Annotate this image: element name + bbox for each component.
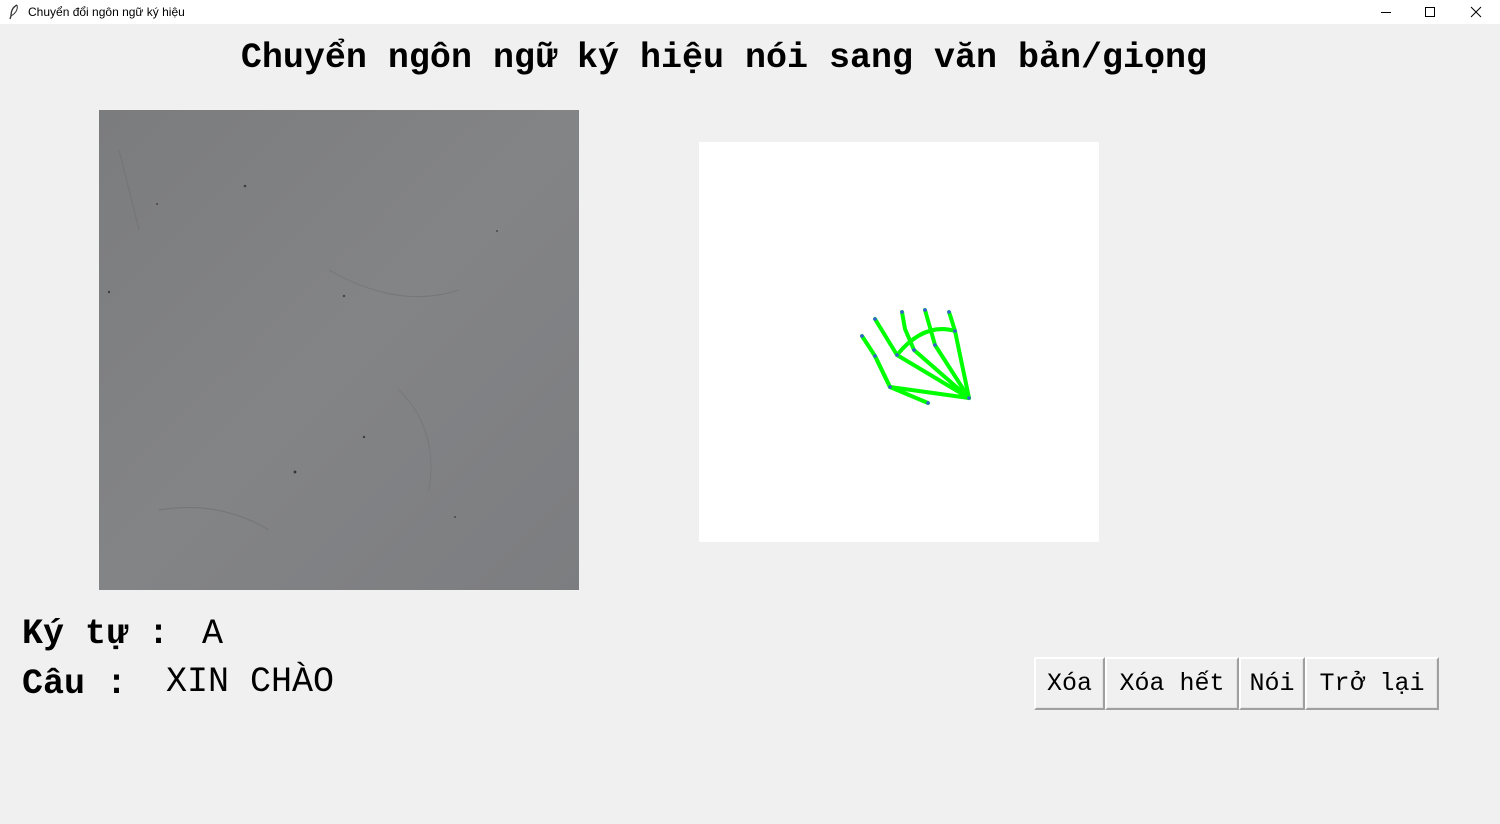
- close-button[interactable]: [1453, 0, 1499, 24]
- sentence-label: Câu :: [22, 664, 128, 704]
- sentence-value: XIN CHÀO: [166, 662, 335, 702]
- hand-skeleton-drawing: [860, 308, 971, 405]
- delete-button[interactable]: Xóa: [1034, 657, 1105, 710]
- page-title: Chuyển ngôn ngữ ký hiệu nói sang văn bản…: [240, 38, 1208, 78]
- camera-frame-image: [99, 110, 579, 590]
- title-bar: Chuyển đổi ngôn ngữ ký hiệu: [0, 0, 1500, 24]
- feather-icon: [9, 4, 18, 20]
- back-button[interactable]: Trở lại: [1305, 657, 1439, 710]
- minimize-button[interactable]: [1363, 0, 1409, 24]
- character-label: Ký tự :: [22, 614, 170, 654]
- maximize-button[interactable]: [1407, 0, 1453, 24]
- close-icon: [1470, 6, 1482, 18]
- camera-feed: [99, 110, 579, 590]
- minimize-icon: [1381, 12, 1391, 13]
- character-value: A: [202, 614, 224, 654]
- window-title: Chuyển đổi ngôn ngữ ký hiệu: [28, 5, 185, 19]
- speak-button[interactable]: Nói: [1239, 657, 1305, 710]
- action-buttons: Xóa Xóa hết Nói Trở lại: [1034, 657, 1439, 710]
- maximize-icon: [1425, 7, 1435, 17]
- hand-skeleton-panel: [699, 142, 1099, 542]
- delete-all-button[interactable]: Xóa hết: [1105, 657, 1239, 710]
